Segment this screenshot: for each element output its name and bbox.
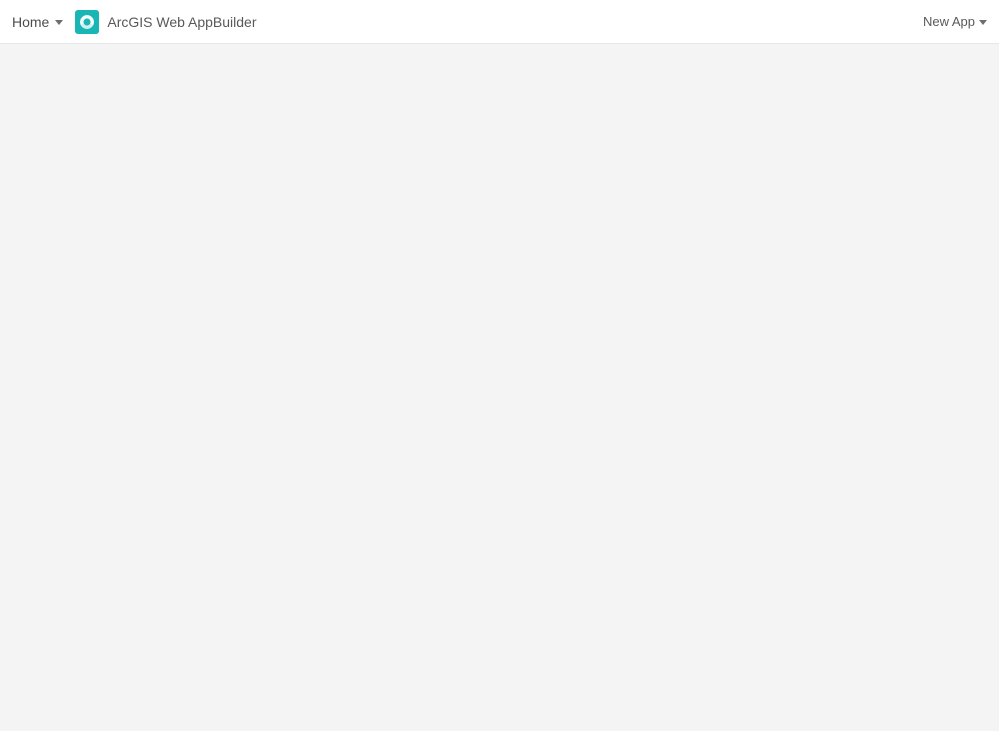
home-label: Home bbox=[12, 14, 49, 30]
app-header: Home ArcGIS Web AppBuilder New App bbox=[0, 0, 999, 44]
chevron-down-icon bbox=[979, 20, 987, 25]
new-app-dropdown[interactable]: New App bbox=[923, 14, 987, 29]
new-app-label: New App bbox=[923, 14, 975, 29]
app-logo-icon bbox=[75, 10, 99, 34]
main-content-area bbox=[0, 44, 999, 731]
header-right-group: New App bbox=[923, 14, 987, 29]
chevron-down-icon bbox=[55, 20, 63, 25]
app-title: ArcGIS Web AppBuilder bbox=[107, 14, 256, 30]
home-dropdown[interactable]: Home bbox=[12, 14, 63, 30]
logo-title-group: ArcGIS Web AppBuilder bbox=[75, 10, 256, 34]
header-left-group: Home ArcGIS Web AppBuilder bbox=[12, 10, 257, 34]
